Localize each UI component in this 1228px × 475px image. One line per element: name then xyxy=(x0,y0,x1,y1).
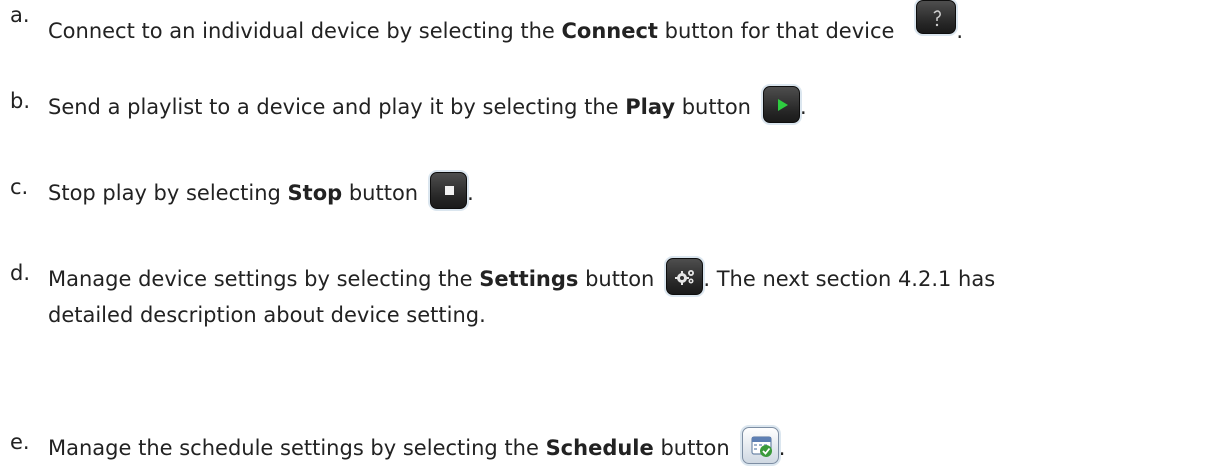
play-button-image xyxy=(763,86,800,123)
connect-icon xyxy=(933,10,942,27)
item-text-before: Manage the schedule settings by selectin… xyxy=(48,436,546,460)
instruction-list: a. Connect to an individual device by se… xyxy=(0,0,1228,475)
play-icon xyxy=(778,99,788,111)
calendar-check-icon xyxy=(751,436,772,457)
item-text-before: Connect to an individual device by selec… xyxy=(48,19,562,43)
item-text-bold: Stop xyxy=(287,181,343,205)
stop-button-image xyxy=(430,172,468,209)
list-marker: c. xyxy=(10,175,29,199)
list-item-continuation: detailed description about device settin… xyxy=(48,303,486,327)
schedule-button-image xyxy=(741,427,779,464)
item-text-end: . xyxy=(778,436,786,460)
item-text-after: button xyxy=(578,267,655,291)
gears-icon xyxy=(675,270,695,285)
list-item-text: Manage device settings by selecting the … xyxy=(48,258,995,295)
item-text-bold: Settings xyxy=(479,267,579,291)
settings-button-image xyxy=(666,258,704,295)
item-text-after: button xyxy=(675,95,751,119)
item-text-end: . xyxy=(956,19,964,43)
list-marker: a. xyxy=(10,3,30,27)
item-text-before: Stop play by selecting xyxy=(48,181,288,205)
item-text-bold: Schedule xyxy=(545,436,654,460)
list-marker: b. xyxy=(10,89,31,113)
stop-icon xyxy=(445,186,455,195)
item-text-after: button for that device xyxy=(657,19,895,43)
list-marker: d. xyxy=(10,261,31,285)
list-item-text: Send a playlist to a device and play it … xyxy=(48,86,807,123)
item-text-after: button xyxy=(653,436,730,460)
list-item-text: Connect to an individual device by selec… xyxy=(48,0,963,46)
item-text-end: . xyxy=(467,181,474,205)
item-text-bold: Connect xyxy=(561,19,658,43)
item-text-before: Send a playlist to a device and play it … xyxy=(48,95,626,119)
list-item-text: Manage the schedule settings by selectin… xyxy=(48,427,785,464)
list-marker: e. xyxy=(10,430,30,454)
item-text-bold: Play xyxy=(625,95,676,119)
item-text-before: Manage device settings by selecting the xyxy=(48,267,480,291)
item-text-after: button xyxy=(342,181,419,205)
list-item-text: Stop play by selecting Stop button. xyxy=(48,172,474,209)
item-text-end: . The next section 4.2.1 has xyxy=(703,267,996,291)
connect-button-image xyxy=(916,0,957,34)
item-text-end: . xyxy=(800,95,807,119)
